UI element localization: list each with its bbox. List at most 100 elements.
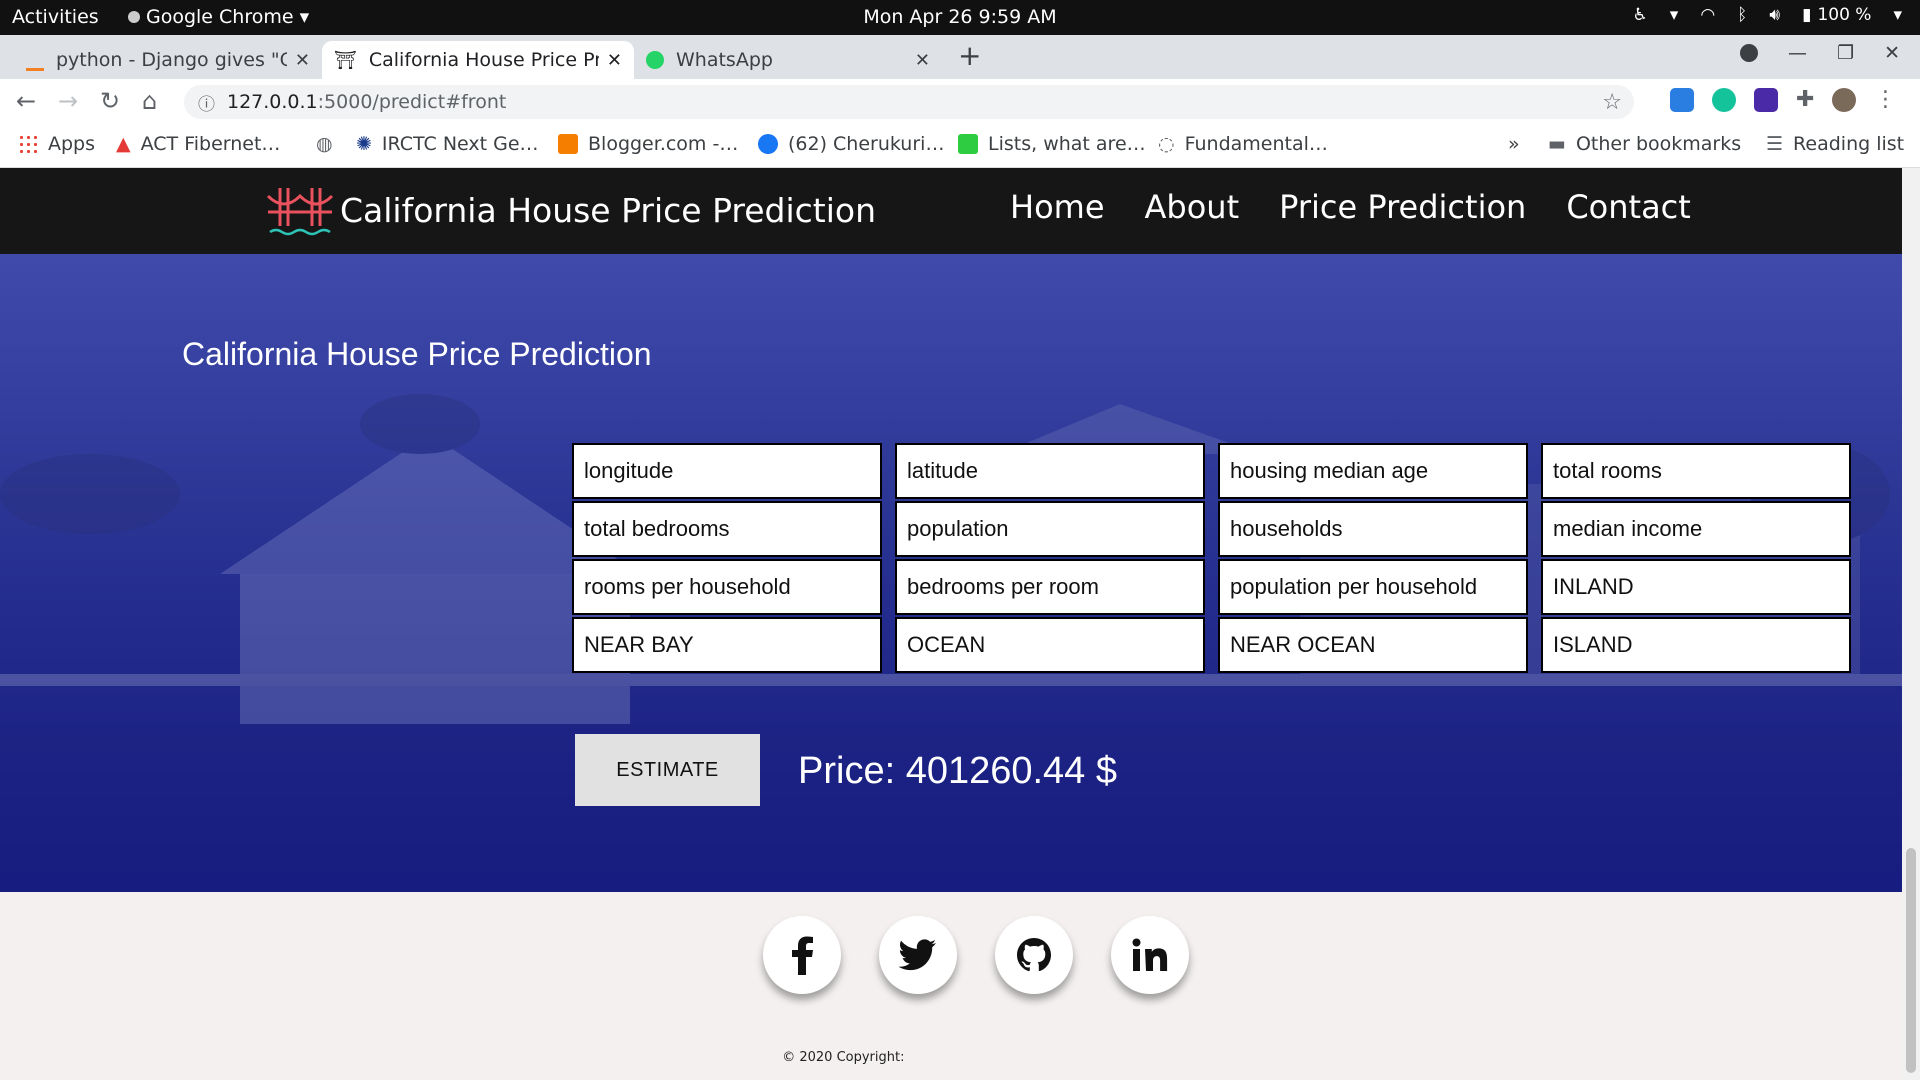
close-window-icon[interactable]: ✕ (1884, 42, 1900, 64)
facebook-icon (758, 134, 778, 154)
bookmark-label: Blogger.com -… (588, 133, 739, 155)
download-extension-icon[interactable] (1670, 87, 1694, 112)
avatar[interactable] (1832, 87, 1857, 112)
longitude-input[interactable] (572, 443, 882, 499)
chevron-down-icon: ▾ (1669, 5, 1679, 25)
chrome-icon (128, 11, 140, 23)
extensions-area: ✚ ⋮ (1670, 87, 1896, 112)
ocean-input[interactable] (895, 617, 1205, 673)
nav-about[interactable]: About (1145, 188, 1240, 226)
near-ocean-input[interactable] (1218, 617, 1528, 673)
bookmark-label: IRCTC Next Ge… (381, 133, 539, 155)
irctc-icon: ✺ (356, 133, 372, 155)
restore-icon[interactable]: ❐ (1837, 42, 1854, 64)
rooms-per-household-input[interactable] (572, 559, 882, 615)
info-icon[interactable]: ⓘ (198, 90, 215, 115)
window-controls: — ❐ ✕ (1740, 42, 1900, 64)
bookmark-act[interactable]: ▲ ACT Fibernet… (116, 133, 280, 155)
reload-icon[interactable]: ↻ (100, 87, 120, 115)
bookmark-irctc[interactable]: ✺ IRCTC Next Ge… (356, 133, 539, 155)
address-bar[interactable]: ⓘ 127.0.0.1 :5000/predict#front ☆ (184, 85, 1634, 119)
facebook-button[interactable] (763, 916, 841, 994)
brand[interactable]: California House Price Prediction (266, 182, 876, 238)
other-bookmarks[interactable]: ▬ Other bookmarks (1548, 133, 1741, 155)
activities-button[interactable]: Activities (12, 6, 99, 28)
scrollbar-thumb[interactable] (1906, 848, 1916, 1073)
households-input[interactable] (1218, 501, 1528, 557)
bookmark-star-icon[interactable]: ☆ (1602, 90, 1622, 115)
tab-search-icon[interactable] (1740, 44, 1759, 62)
linkedin-button[interactable] (1111, 916, 1189, 994)
bookmarks-overflow-button[interactable]: » (1508, 133, 1520, 155)
bookmark-facebook[interactable]: (62) Cherukuri… (758, 133, 944, 155)
forward-icon[interactable]: → (58, 87, 78, 115)
chevron-down-icon: ▾ (299, 6, 310, 28)
github-icon (1017, 938, 1051, 972)
reading-list[interactable]: ☰ Reading list (1766, 133, 1904, 155)
bedrooms-per-room-input[interactable] (895, 559, 1205, 615)
near-bay-input[interactable] (572, 617, 882, 673)
bookmark-globe[interactable]: ◍ (316, 133, 333, 155)
close-icon[interactable]: ✕ (915, 50, 930, 71)
bookmark-label: Apps (48, 133, 96, 155)
twitter-button[interactable] (879, 916, 957, 994)
menu-icon[interactable]: ⋮ (1874, 87, 1896, 112)
bookmark-label: (62) Cherukuri… (788, 133, 945, 155)
battery-icon: ▮ (1802, 5, 1812, 25)
url-host: 127.0.0.1 (227, 91, 318, 113)
github-button[interactable] (995, 916, 1073, 994)
puzzle-icon[interactable]: ✚ (1796, 87, 1814, 112)
site-menu: Home About Price Prediction Contact (1010, 188, 1691, 226)
population-input[interactable] (895, 501, 1205, 557)
population-per-household-input[interactable] (1218, 559, 1528, 615)
reading-list-icon: ☰ (1766, 133, 1784, 155)
blogger-icon (558, 134, 578, 154)
latitude-input[interactable] (895, 443, 1205, 499)
back-icon[interactable]: ← (16, 87, 36, 115)
copyright-link[interactable]: California House Price Prediction (909, 1050, 1120, 1065)
median-income-input[interactable] (1541, 501, 1851, 557)
island-input[interactable] (1541, 617, 1851, 673)
bookmark-lists[interactable]: Lists, what are… (958, 133, 1146, 155)
close-icon[interactable]: ✕ (607, 50, 622, 71)
system-tray[interactable]: ♿ ▾ ◠ ᛒ 🔊︎ ▮ 100 % ▾ (1633, 5, 1902, 25)
inland-input[interactable] (1541, 559, 1851, 615)
bookmark-label: Other bookmarks (1575, 133, 1742, 155)
tab-whatsapp[interactable]: WhatsApp ✕ (634, 41, 942, 79)
total-bedrooms-input[interactable] (572, 501, 882, 557)
site-navbar: California House Price Prediction Home A… (0, 168, 1902, 254)
app-menu[interactable]: Google Chrome ▾ (128, 6, 309, 28)
close-icon[interactable]: ✕ (295, 50, 310, 71)
copyright-text: © 2020 Copyright: (782, 1050, 905, 1065)
total-rooms-input[interactable] (1541, 443, 1851, 499)
hero-section: California House Price Prediction ESTIMA… (0, 254, 1902, 892)
copyright: © 2020 Copyright: California House Price… (0, 1050, 1902, 1065)
os-top-bar: Activities Google Chrome ▾ Mon Apr 26 9:… (0, 0, 1920, 35)
nav-contact[interactable]: Contact (1566, 188, 1691, 226)
housing-median-age-input[interactable] (1218, 443, 1528, 499)
app-name: Google Chrome (146, 6, 294, 28)
url-path: :5000/predict#front (317, 91, 507, 113)
grammarly-icon[interactable] (1712, 87, 1736, 112)
brand-name: California House Price Prediction (340, 190, 877, 230)
bookmark-blogger[interactable]: Blogger.com -… (558, 133, 738, 155)
bookmark-fundamental[interactable]: ◌ Fundamental… (1158, 133, 1328, 155)
home-icon[interactable]: ⌂ (142, 87, 157, 115)
new-tab-button[interactable]: + (958, 39, 981, 72)
globe-icon: ◍ (316, 133, 333, 155)
chevron-down-icon: ▾ (1893, 5, 1902, 25)
tab-stackoverflow[interactable]: python - Django gives "GE ✕ (14, 41, 322, 79)
bluetooth-icon: ᛒ (1737, 5, 1748, 25)
nav-home[interactable]: Home (1010, 188, 1105, 226)
bookmark-apps[interactable]: Apps (18, 133, 95, 155)
accessibility-icon[interactable]: ♿ (1633, 5, 1648, 25)
act-logo-icon: ▲ (116, 133, 131, 155)
nav-price-prediction[interactable]: Price Prediction (1279, 188, 1526, 226)
minimize-icon[interactable]: — (1788, 42, 1807, 64)
battery-level: 100 % (1817, 5, 1872, 25)
tab-house-price[interactable]: ⛩ California House Price Pre ✕ (322, 41, 634, 79)
price-result: Price: 401260.44 $ (798, 750, 1118, 792)
estimate-button[interactable]: ESTIMATE (575, 734, 760, 806)
extension-badge-icon[interactable] (1754, 87, 1778, 112)
page-scrollbar[interactable] (1902, 168, 1920, 1080)
